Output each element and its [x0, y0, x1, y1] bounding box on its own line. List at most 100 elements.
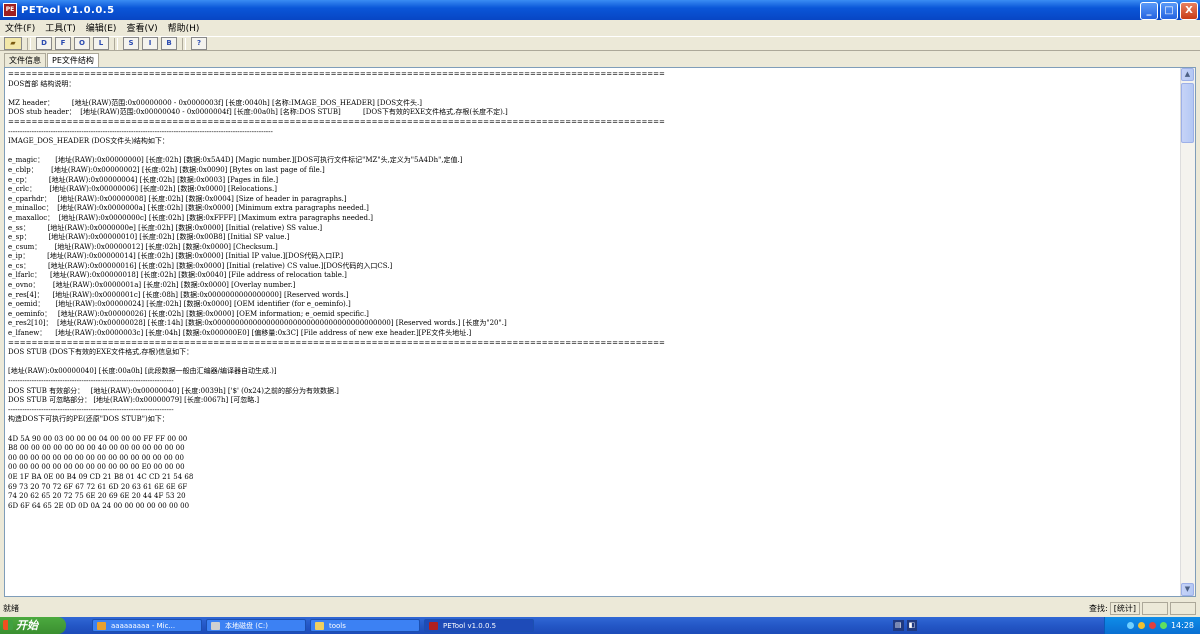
- system-tray: 14:28: [1104, 617, 1200, 634]
- taskbar-item-petool[interactable]: PETool v1.0.0.5: [424, 619, 534, 632]
- menu-tools[interactable]: 工具(T): [40, 21, 81, 34]
- taskbar-item-word[interactable]: aaaaaaaaa - Mic...: [92, 619, 202, 632]
- content-line: 0E 1F BA 0E 00 B4 09 CD 21 B8 01 4C CD 2…: [8, 472, 194, 481]
- content-line: 69 73 20 70 72 6F 67 72 61 6D 20 63 61 6…: [8, 482, 188, 491]
- content-line: DOS stub header： [地址(RAW)范围:0x00000040 -…: [8, 108, 508, 117]
- content-line: e_cp： [地址(RAW):0x00000004] [长度:02h] [数据:…: [8, 175, 279, 184]
- toolbar-separator: [27, 37, 31, 50]
- minimize-button[interactable]: _: [1140, 2, 1158, 20]
- content-line: e_oemid： [地址(RAW):0x00000024] [长度:02h] […: [8, 300, 351, 309]
- content-line: e_minalloc： [地址(RAW):0x0000000a] [长度:02h…: [8, 204, 369, 213]
- stats-cell[interactable]: [统计]: [1109, 602, 1140, 615]
- taskbar-item-label: tools: [329, 622, 346, 630]
- content-line: 构造DOS下可执行的PE(还原"DOS STUB")如下：: [8, 415, 169, 424]
- scroll-down-icon[interactable]: ▼: [1181, 583, 1194, 596]
- menu-help[interactable]: 帮助(H): [163, 21, 205, 34]
- content-line: [8, 425, 1178, 435]
- document-icon: [97, 622, 106, 630]
- window-title: PETool v1.0.0.5: [21, 4, 115, 16]
- start-label: 开始: [16, 619, 38, 632]
- content-line: e_oeminfo： [地址(RAW):0x00000026] [长度:02h]…: [8, 309, 369, 318]
- toolbar-button-i[interactable]: I: [142, 37, 158, 50]
- help-button[interactable]: ?: [191, 37, 207, 50]
- network-icon[interactable]: [1126, 622, 1134, 629]
- vertical-scrollbar[interactable]: ▲ ▼: [1180, 68, 1195, 596]
- content-line: 00 00 00 00 00 00 00 00 00 00 00 00 00 0…: [8, 453, 184, 462]
- toolbar-button-l[interactable]: L: [93, 37, 109, 50]
- title-bar[interactable]: PE PETool v1.0.0.5 _ □ X: [0, 0, 1200, 20]
- start-button[interactable]: 开始: [0, 617, 66, 634]
- taskbar-item-drive[interactable]: 本地磁盘 (C:): [206, 619, 306, 632]
- content-line: e_ovno： [地址(RAW):0x0000001a] [长度:02h] [数…: [8, 281, 296, 290]
- folder-icon: [315, 622, 324, 630]
- toolbar-button-o[interactable]: O: [74, 37, 90, 50]
- pe-structure-panel[interactable]: ========================================…: [4, 67, 1196, 597]
- content-line: e_lfarlc： [地址(RAW):0x00000018] [长度:02h] …: [8, 271, 347, 280]
- menu-edit[interactable]: 编辑(E): [81, 21, 122, 34]
- security-icon[interactable]: [1137, 622, 1145, 629]
- status-text: 就绪: [3, 604, 19, 613]
- app-icon: PE: [3, 3, 17, 17]
- content-line: IMAGE_DOS_HEADER (DOS文件头)结构如下：: [8, 137, 169, 146]
- status-bar: 就绪 查找: [统计]: [0, 601, 1200, 616]
- status-cell-empty: [1170, 602, 1196, 615]
- content-line: 74 20 62 65 20 72 75 6E 20 69 6E 20 44 4…: [8, 492, 186, 501]
- content-line: [地址(RAW):0x00000040] [长度:00a0h] [此段数据一般由…: [8, 367, 277, 376]
- close-button[interactable]: X: [1180, 2, 1198, 20]
- maximize-button[interactable]: □: [1160, 2, 1178, 20]
- scroll-thumb[interactable]: [1181, 83, 1194, 143]
- menu-view[interactable]: 查看(V): [121, 21, 162, 34]
- content-line: 4D 5A 90 00 03 00 00 00 04 00 00 00 FF F…: [8, 434, 188, 443]
- content-line: 6D 6F 64 65 2E 0D 0D 0A 24 00 00 00 00 0…: [8, 501, 190, 510]
- status-right: 查找: [统计]: [1089, 602, 1196, 615]
- content-line: [8, 147, 1178, 157]
- antivirus-icon[interactable]: [1148, 622, 1156, 629]
- scroll-up-icon[interactable]: ▲: [1181, 68, 1194, 81]
- taskbar-item-tools[interactable]: tools: [310, 619, 420, 632]
- content-line: ----------------------------------------…: [8, 127, 273, 136]
- drive-icon: [211, 622, 220, 630]
- content-line: e_maxalloc： [地址(RAW):0x0000000c] [长度:02h…: [8, 213, 373, 222]
- content-line: [8, 89, 1178, 99]
- content-line: e_cs： [地址(RAW):0x00000016] [长度:02h] [数据:…: [8, 261, 393, 270]
- content-line: B8 00 00 00 00 00 00 00 40 00 00 00 00 0…: [8, 444, 185, 453]
- toolbar-button-b[interactable]: B: [161, 37, 177, 50]
- content-line: e_res2[10]： [地址(RAW):0x00000028] [长度:14h…: [8, 319, 507, 328]
- content-line: DOS首部 结构说明：: [8, 79, 76, 88]
- content-line: e_magic： [地址(RAW):0x00000000] [长度:02h] […: [8, 156, 463, 165]
- content-line: e_lfanew： [地址(RAW):0x0000003c] [长度:04h] …: [8, 329, 472, 338]
- folder-open-icon[interactable]: ▰: [4, 37, 22, 50]
- content-line: e_ss： [地址(RAW):0x0000000e] [长度:02h] [数据:…: [8, 223, 323, 232]
- pe-structure-text[interactable]: ========================================…: [8, 70, 1178, 596]
- volume-icon[interactable]: [1159, 622, 1167, 629]
- ime-mode-icon[interactable]: ◧: [906, 620, 918, 631]
- clock: 14:28: [1170, 621, 1194, 630]
- find-label: 查找:: [1089, 604, 1108, 613]
- window-controls: _ □ X: [1140, 2, 1198, 20]
- content-line: [8, 358, 1178, 368]
- content-line: e_ip： [地址(RAW):0x00000014] [长度:02h] [数据:…: [8, 252, 344, 261]
- tab-file-info[interactable]: 文件信息: [4, 53, 46, 67]
- ime-icon[interactable]: ▤: [893, 620, 904, 631]
- taskbar-item-label: 本地磁盘 (C:): [225, 622, 268, 630]
- toolbar-button-s[interactable]: S: [123, 37, 139, 50]
- content-line: e_cblp： [地址(RAW):0x00000002] [长度:02h] [数…: [8, 165, 325, 174]
- content-line: e_sp： [地址(RAW):0x00000010] [长度:02h] [数据:…: [8, 233, 290, 242]
- content-line: DOS STUB 有效部分： [地址(RAW):0x00000040] [长度:…: [8, 386, 339, 395]
- toolbar-separator: [114, 37, 118, 50]
- status-cell-empty: [1142, 602, 1168, 615]
- windows-logo-icon: [3, 620, 13, 630]
- menu-file[interactable]: 文件(F): [0, 21, 40, 34]
- content-line: ----------------------------------------…: [8, 377, 174, 385]
- content-line: e_crlc： [地址(RAW):0x00000006] [长度:02h] [数…: [8, 185, 277, 194]
- content-line: 00 00 00 00 00 00 00 00 00 00 00 00 E0 0…: [8, 463, 185, 472]
- input-method-bar[interactable]: ▤ ◧: [893, 620, 933, 631]
- toolbar-button-d[interactable]: D: [36, 37, 52, 50]
- menu-bar: 文件(F) 工具(T) 编辑(E) 查看(V) 帮助(H): [0, 20, 1200, 35]
- content-line: ========================================…: [8, 70, 665, 78]
- toolbar: ▰ D F O L S I B ?: [0, 36, 1200, 51]
- tab-pe-structure[interactable]: PE文件结构: [47, 53, 99, 68]
- content-line: ========================================…: [8, 117, 665, 126]
- content-line: DOS STUB (DOS下有效的EXE文件格式,存根)信息如下：: [8, 348, 194, 357]
- toolbar-button-f[interactable]: F: [55, 37, 71, 50]
